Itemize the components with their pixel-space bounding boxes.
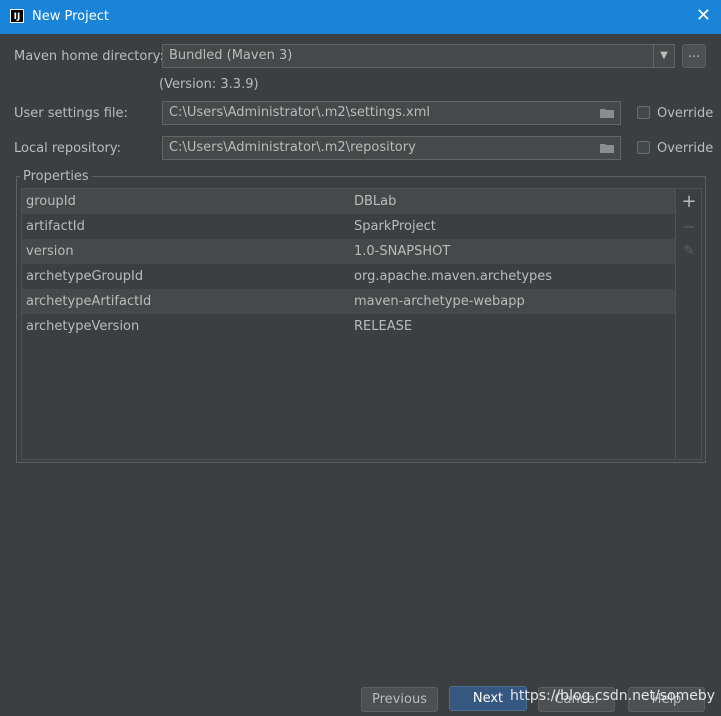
table-row[interactable]: archetypeArtifactId maven-archetype-weba… bbox=[22, 289, 675, 314]
maven-home-browse-button[interactable]: ... bbox=[682, 44, 706, 68]
user-settings-label: User settings file: bbox=[14, 106, 128, 121]
property-value: maven-archetype-webapp bbox=[354, 294, 525, 309]
table-row[interactable]: archetypeGroupId org.apache.maven.archet… bbox=[22, 264, 675, 289]
chevron-down-icon[interactable]: ▼ bbox=[653, 45, 674, 67]
previous-button[interactable]: Previous bbox=[361, 687, 438, 712]
local-repository-value: C:\Users\Administrator\.m2\repository bbox=[169, 140, 416, 155]
properties-title: Properties bbox=[20, 169, 92, 184]
property-value: 1.0-SNAPSHOT bbox=[354, 244, 451, 259]
window-title: New Project bbox=[32, 9, 109, 24]
properties-toolbar: + − ✎ bbox=[677, 188, 702, 460]
property-key: archetypeGroupId bbox=[26, 269, 144, 284]
local-repository-label: Local repository: bbox=[14, 141, 121, 156]
user-settings-override-checkbox[interactable] bbox=[637, 106, 650, 119]
properties-table: groupId DBLab artifactId SparkProject ve… bbox=[21, 188, 676, 460]
property-value: RELEASE bbox=[354, 319, 413, 334]
property-key: archetypeArtifactId bbox=[26, 294, 152, 309]
title-bar: IJ New Project ✕ bbox=[0, 0, 721, 34]
table-row[interactable]: version 1.0-SNAPSHOT bbox=[22, 239, 675, 264]
close-icon[interactable]: ✕ bbox=[696, 6, 711, 26]
user-settings-override-label: Override bbox=[657, 106, 714, 121]
maven-home-value: Bundled (Maven 3) bbox=[169, 48, 293, 63]
local-repository-override-checkbox[interactable] bbox=[637, 141, 650, 154]
property-key: artifactId bbox=[26, 219, 85, 234]
maven-home-label: Maven home directory: bbox=[14, 49, 164, 64]
intellij-app-icon: IJ bbox=[10, 9, 24, 23]
table-row[interactable]: archetypeVersion RELEASE bbox=[22, 314, 675, 339]
property-value: org.apache.maven.archetypes bbox=[354, 269, 553, 284]
user-settings-value: C:\Users\Administrator\.m2\settings.xml bbox=[169, 105, 431, 120]
watermark-text: https://blog.csdn.net/someby bbox=[510, 688, 716, 704]
table-row[interactable]: artifactId SparkProject bbox=[22, 214, 675, 239]
folder-icon[interactable] bbox=[600, 108, 614, 118]
folder-icon[interactable] bbox=[600, 143, 614, 153]
remove-icon[interactable]: − bbox=[677, 217, 701, 236]
property-key: archetypeVersion bbox=[26, 319, 140, 334]
add-icon[interactable]: + bbox=[677, 191, 701, 212]
edit-icon[interactable]: ✎ bbox=[677, 243, 701, 259]
property-value: SparkProject bbox=[354, 219, 436, 234]
property-value: DBLab bbox=[354, 194, 397, 209]
property-key: version bbox=[26, 244, 74, 259]
maven-home-combo[interactable]: Bundled (Maven 3) ▼ bbox=[162, 44, 675, 68]
previous-button-label: Previous bbox=[372, 692, 427, 707]
maven-version-text: (Version: 3.3.9) bbox=[159, 77, 259, 92]
next-button-label: Next bbox=[472, 691, 504, 706]
table-row[interactable]: groupId DBLab bbox=[22, 189, 675, 214]
local-repository-field[interactable]: C:\Users\Administrator\.m2\repository bbox=[162, 136, 621, 160]
property-key: groupId bbox=[26, 194, 76, 209]
local-repository-override-label: Override bbox=[657, 141, 714, 156]
user-settings-field[interactable]: C:\Users\Administrator\.m2\settings.xml bbox=[162, 101, 621, 125]
